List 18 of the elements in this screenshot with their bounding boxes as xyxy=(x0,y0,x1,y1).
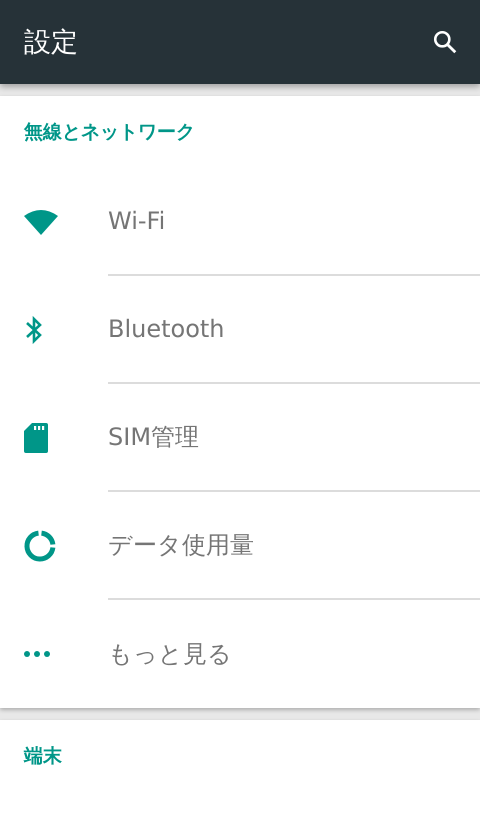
item-label: データ使用量 xyxy=(108,530,254,561)
ring-icon xyxy=(24,530,56,562)
section-header: 無線とネットワーク xyxy=(24,120,195,145)
settings-item[interactable]: データ使用量 xyxy=(0,492,480,600)
item-label: SIM管理 xyxy=(108,422,200,453)
sim-card-icon xyxy=(24,423,48,453)
bluetooth-icon xyxy=(24,315,44,345)
wifi-icon xyxy=(24,209,58,235)
item-label: もっと見る xyxy=(108,639,232,670)
more-icon xyxy=(24,651,50,657)
settings-item[interactable]: Wi-Fi xyxy=(0,168,480,276)
item-label: Wi-Fi xyxy=(108,207,166,235)
settings-item[interactable]: SIM管理 xyxy=(0,384,480,492)
item-label: Bluetooth xyxy=(108,315,225,343)
section-header: 端末 xyxy=(24,744,62,769)
settings-item[interactable]: もっと見る xyxy=(0,600,480,708)
screen-title: 設定 xyxy=(24,26,78,60)
settings-item[interactable]: Bluetooth xyxy=(0,276,480,384)
